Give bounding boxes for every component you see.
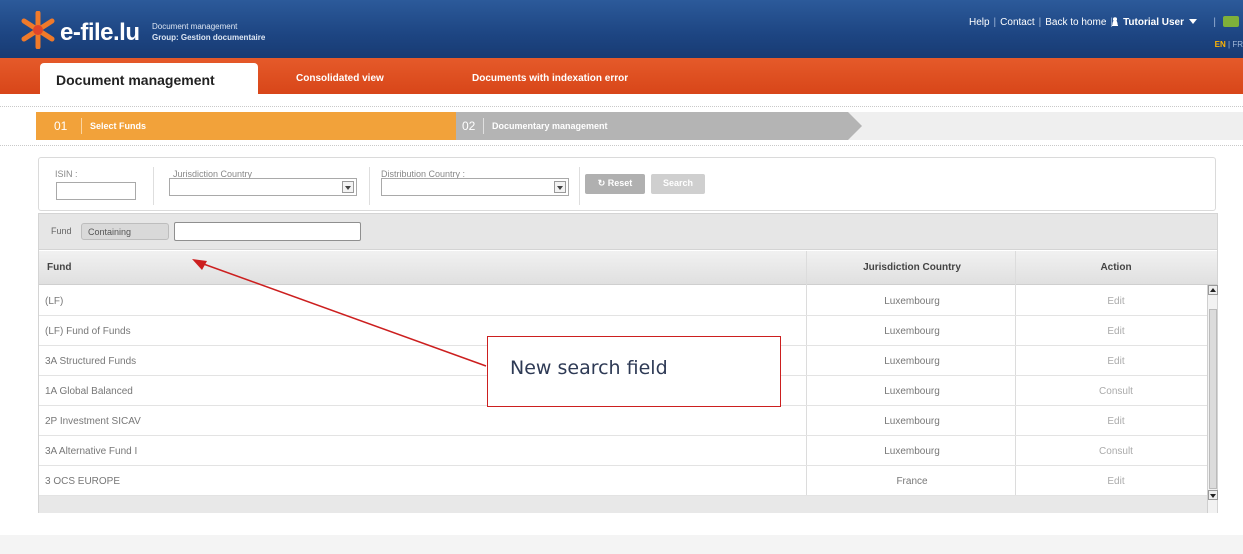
- annotation-arrow: [192, 259, 487, 367]
- annotation-callout: New search field: [487, 336, 781, 407]
- annotation-text: New search field: [510, 357, 668, 379]
